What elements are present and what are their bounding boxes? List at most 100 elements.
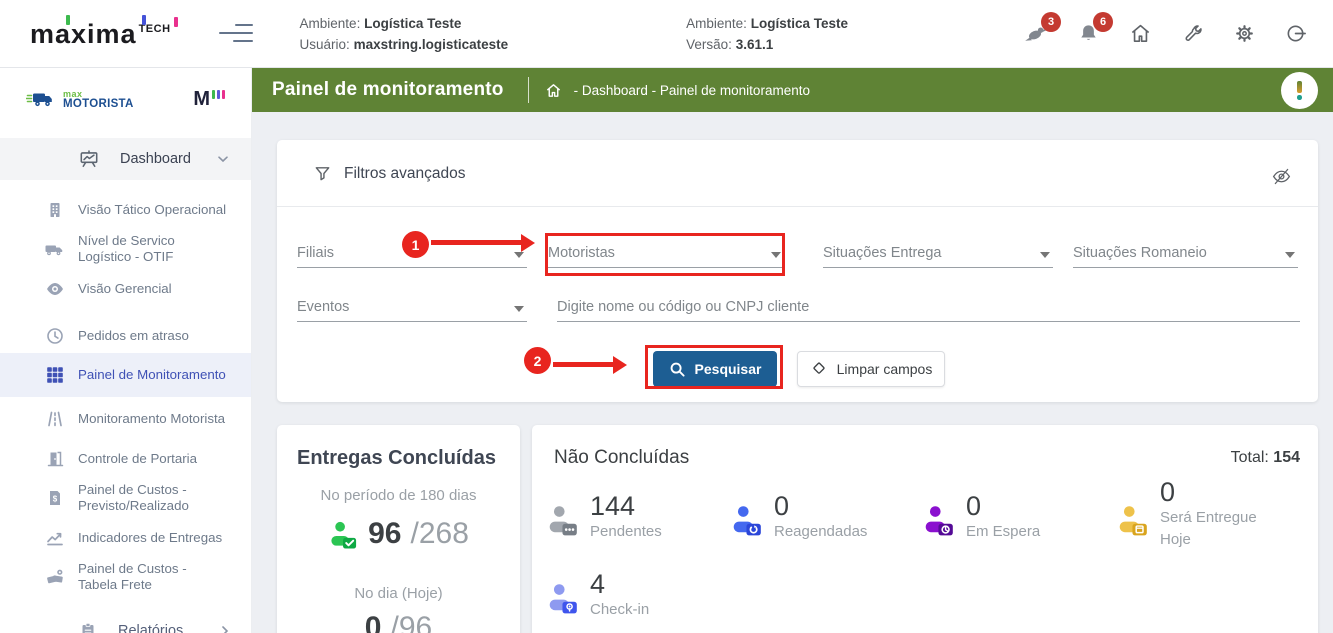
sidebar-item-label: Painel de Custos - Previsto/Realizado [78, 482, 228, 514]
sidebar-item-painel-monitoramento[interactable]: Painel de Monitoramento [0, 353, 251, 397]
app-window: maxima TECH Ambiente: Logística Teste Us… [0, 0, 1333, 633]
sidebar-item-pedidos-atraso[interactable]: Pedidos em atraso [0, 318, 251, 353]
usuario-label: Usuário: [300, 37, 350, 52]
annotation-arrow-2 [553, 362, 613, 367]
entregas-concluidas-card: Entregas Concluídas No período de 180 di… [277, 425, 520, 633]
sidebar-item-otif[interactable]: Nível de Servico Logístico - OTIF [0, 227, 251, 271]
sidebar-item-label: Visão Tático Operacional [78, 202, 226, 218]
door-icon [44, 449, 66, 469]
hide-filters-eye-off-icon[interactable] [1271, 166, 1292, 192]
sidebar-item-label: Monitoramento Motorista [78, 411, 228, 427]
total-counter: Total: 154 [1231, 449, 1300, 467]
ambiente-label: Ambiente: [300, 16, 361, 31]
person-reschedule-blue-icon [730, 503, 764, 537]
sidebar-item-label: Visão Gerencial [78, 281, 172, 297]
breadcrumb-home-icon[interactable] [545, 82, 562, 99]
sidebar-item-label: Nível de Servico Logístico - OTIF [78, 233, 228, 265]
truck-small-icon [44, 239, 66, 259]
ambiente2-value: Logística Teste [751, 16, 848, 31]
entregas-concluidas-title: Entregas Concluídas [297, 447, 496, 470]
chevron-down-icon [514, 306, 524, 312]
sidebar-item-custos-frete[interactable]: Painel de Custos - Tabela Frete [0, 555, 251, 599]
stat-value: 0 [966, 491, 1040, 521]
stat-label: Em Espera [966, 521, 1040, 543]
situacoes-entrega-select[interactable]: Situações Entrega [823, 238, 1053, 268]
sidebar-item-label: Painel de Monitoramento [78, 367, 228, 383]
stat-value: 0 [774, 491, 867, 521]
situacoes-romaneio-select[interactable]: Situações Romaneio [1073, 238, 1298, 268]
road-icon [44, 409, 66, 429]
announcements-bird-icon[interactable]: 3 [1023, 21, 1049, 47]
logout-icon[interactable] [1283, 21, 1309, 47]
filters-divider [277, 206, 1318, 207]
limpar-campos-button[interactable]: Limpar campos [797, 351, 945, 387]
chevron-down-icon [1285, 252, 1295, 258]
maximatech-logo: maxima TECH [30, 19, 171, 49]
chevron-right-icon [221, 625, 229, 633]
menu-toggle-icon[interactable] [219, 22, 253, 46]
sidebar-item-visao-tatico[interactable]: Visão Tático Operacional [0, 192, 251, 227]
wrench-icon[interactable] [1179, 21, 1205, 47]
annotation-step-2: 2 [524, 347, 551, 374]
sidebar-item-visao-gerencial[interactable]: Visão Gerencial [0, 271, 251, 306]
stat-check-in: 4 Check-in [546, 569, 649, 621]
top-header: maxima TECH Ambiente: Logística Teste Us… [0, 0, 1333, 68]
clock-icon [44, 326, 66, 346]
total-value: 154 [1273, 449, 1300, 466]
logo-tick-pink [174, 17, 178, 27]
annotation-highlight-motoristas [545, 233, 785, 276]
client-search-input[interactable] [557, 292, 1300, 322]
notifications-bell-icon[interactable]: 6 [1075, 21, 1101, 47]
grid-icon [44, 365, 66, 385]
today-total: /96 [390, 611, 432, 633]
sidebar-item-custos-previsto[interactable]: $ Painel de Custos - Previsto/Realizado [0, 476, 251, 520]
stat-label: Reagendadas [774, 521, 867, 543]
announcements-count-badge: 3 [1041, 12, 1061, 32]
eraser-diamond-icon [810, 360, 828, 378]
stat-em-espera: 0 Em Espera [922, 491, 1040, 543]
today-value-row: 0 /96 [277, 611, 520, 633]
stat-value: 0 [1160, 477, 1285, 507]
sidebar-section-dashboard[interactable]: Dashboard [0, 138, 251, 180]
sidebar-section-label: Dashboard [120, 151, 191, 167]
maxmotorista-wordmark: max MOTORISTA [63, 89, 134, 109]
usuario-value: maxstring.logisticateste [354, 37, 509, 52]
person-wait-purple-icon [922, 503, 956, 537]
exclamation-dot [1297, 95, 1302, 100]
m-letter: M [193, 89, 210, 109]
stat-label: Check-in [590, 599, 649, 621]
sidebar-item-relatorios[interactable]: Relatórios [0, 611, 251, 633]
main-content: Filtros avançados Filiais Motoristas Sit… [252, 112, 1333, 633]
sidebar-item-indicadores[interactable]: Indicadores de Entregas [0, 520, 251, 555]
sidebar-menu: Visão Tático Operacional Nível de Servic… [0, 180, 251, 599]
annotation-step-1: 1 [402, 231, 429, 258]
client-search-field [557, 292, 1300, 322]
person-check-green-icon [328, 519, 359, 550]
titlebar-divider [528, 77, 529, 103]
alert-exclamation-button[interactable] [1281, 72, 1318, 109]
filiais-select-label: Filiais [297, 245, 334, 261]
period-label: No período de 180 dias [277, 487, 520, 504]
sidebar-logo-row: max MOTORISTA M [0, 68, 251, 130]
settings-gear-icon[interactable] [1231, 21, 1257, 47]
versao-label: Versão: [686, 37, 732, 52]
eventos-select[interactable]: Eventos [297, 292, 527, 322]
person-calendar-gold-icon [1116, 503, 1150, 537]
sidebar-item-controle-portaria[interactable]: Controle de Portaria [0, 441, 251, 476]
stat-reagendadas: 0 Reagendadas [730, 491, 867, 543]
home-icon[interactable] [1127, 21, 1153, 47]
filters-header: Filtros avançados [313, 164, 465, 183]
eye-icon [44, 279, 66, 299]
money-icon [44, 567, 66, 587]
exclamation-bar [1297, 81, 1302, 93]
building-icon [44, 200, 66, 220]
clipboard-icon [78, 621, 98, 633]
versao-value: 3.61.1 [736, 37, 774, 52]
stat-label: Pendentes [590, 521, 662, 543]
stat-value: 144 [590, 491, 662, 521]
limpar-campos-label: Limpar campos [837, 361, 933, 377]
today-label: No dia (Hoje) [277, 585, 520, 602]
sidebar-item-monitoramento-motorista[interactable]: Monitoramento Motorista [0, 397, 251, 441]
brand-name: maxima [30, 19, 137, 49]
notifications-count-badge: 6 [1093, 12, 1113, 32]
